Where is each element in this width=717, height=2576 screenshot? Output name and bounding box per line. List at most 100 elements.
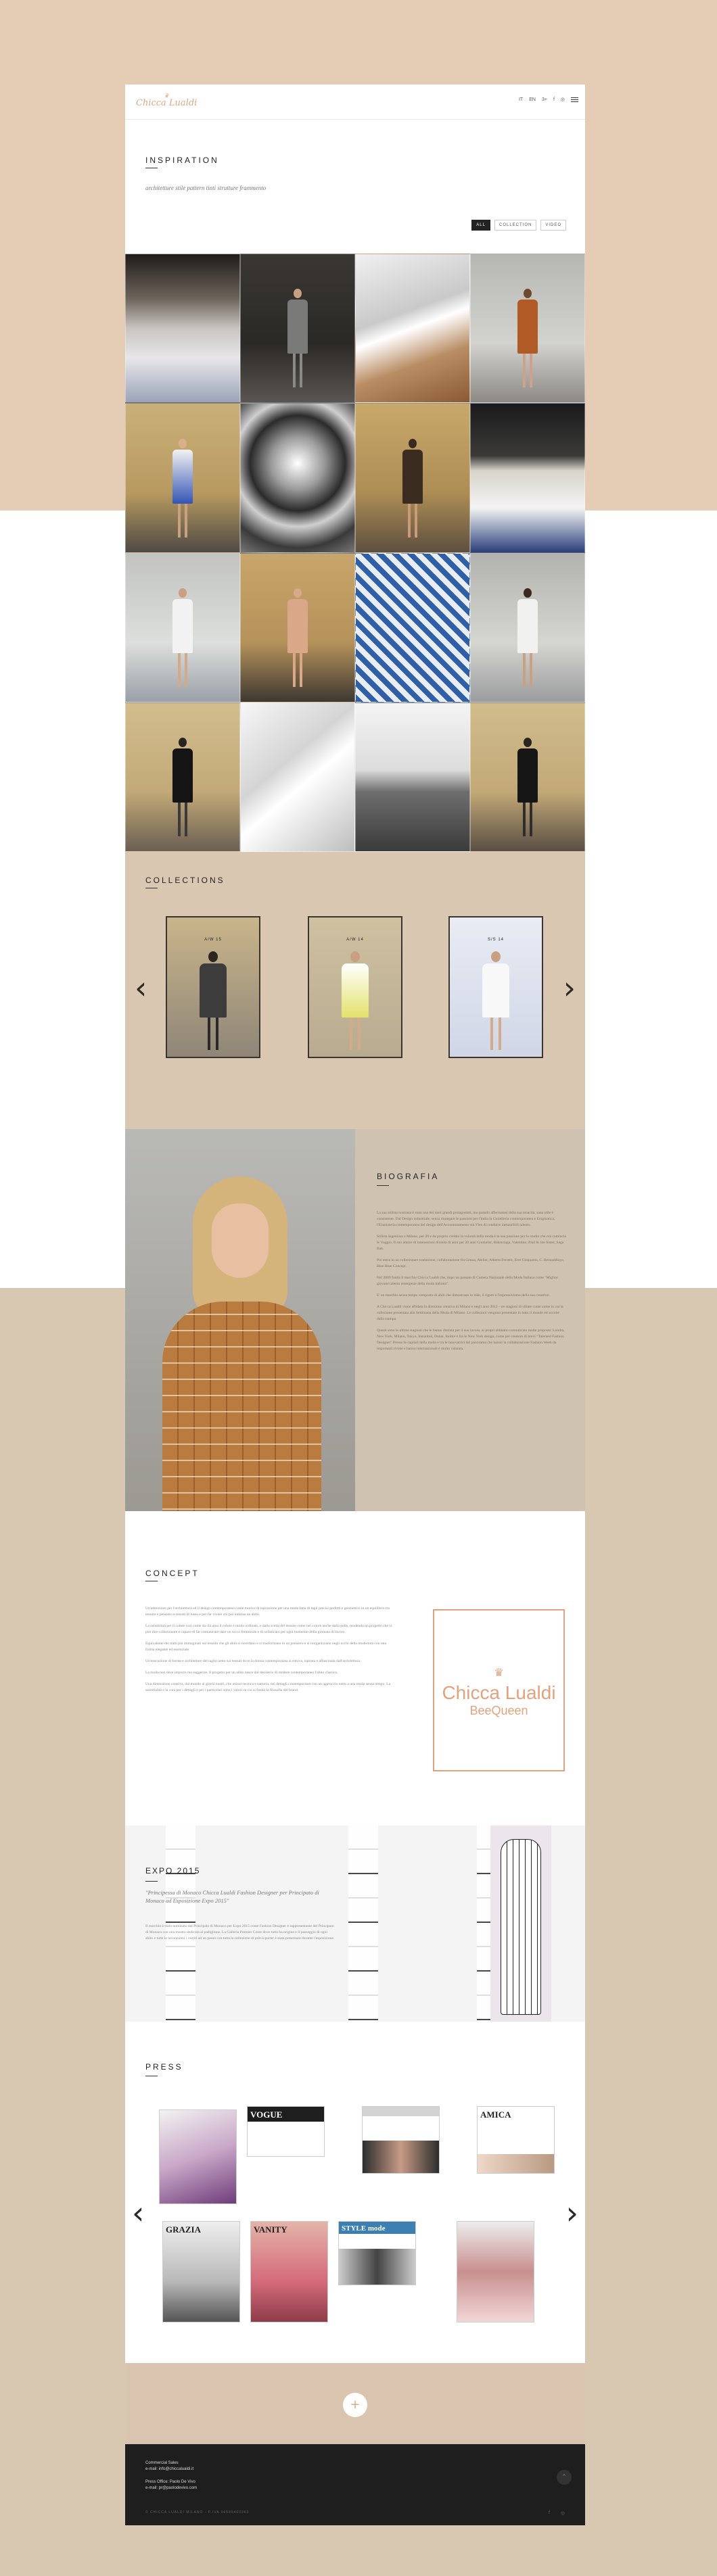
inspiration-tile-runway[interactable]: [240, 552, 355, 702]
inspiration-tile-architecture[interactable]: [355, 254, 470, 404]
back-to-top-icon[interactable]: ⌃: [557, 2470, 572, 2485]
concept-paragraph: Equivalente dei tratti più immaginati su…: [145, 1642, 386, 1652]
collection-card[interactable]: A/W 14: [308, 916, 402, 1058]
press-clipping[interactable]: [457, 2221, 534, 2322]
biografia-paragraph: A Chicca Lualdi viene affidata la direzi…: [377, 1305, 563, 1321]
nav-language-en[interactable]: EN: [529, 97, 536, 102]
inspiration-tile-runway[interactable]: [125, 403, 240, 553]
bee-icon: ♛: [494, 1667, 504, 1679]
biografia-paragraph: Poi entra in un collezionare traduzione,…: [377, 1258, 565, 1268]
biografia-title: BIOGRAFIA: [377, 1172, 440, 1181]
expo-rule: [145, 1881, 158, 1882]
press-clipping[interactable]: STYLE mode: [338, 2221, 416, 2285]
press-label: Press Office: Paolo De Vivo: [145, 2480, 195, 2484]
inspiration-tile-architecture[interactable]: [355, 702, 470, 852]
add-icon[interactable]: +: [343, 2393, 367, 2417]
designer-portrait: [125, 1129, 355, 1511]
brand-logo-box: ♛ Chicca Lualdi BeeQueen: [433, 1609, 565, 1771]
page-container: ♛ Chicca Lualdi IT EN 3+ f ◎ INSPIRATION…: [125, 85, 585, 2525]
inspiration-tile-runway[interactable]: [355, 403, 470, 553]
filter-video[interactable]: VIDEO: [540, 220, 566, 231]
concept-text: Un'attenzione per l'architettura ed il d…: [145, 1606, 392, 1699]
facebook-icon[interactable]: f: [553, 97, 555, 102]
press-clipping[interactable]: GRAZIA: [162, 2221, 240, 2322]
press-next-arrow-icon[interactable]: ›: [566, 2197, 578, 2228]
fashion-sketch: [348, 1826, 378, 2022]
hamburger-menu-icon[interactable]: [571, 97, 578, 102]
inspiration-tile-pattern[interactable]: [355, 552, 470, 702]
inspiration-tile-runway[interactable]: [125, 552, 240, 702]
concept-title: CONCEPT: [145, 1569, 200, 1578]
filter-all[interactable]: ALL: [471, 220, 490, 231]
copyright: © CHICCA LUALDI MILANO - P.IVA 065894609…: [145, 2510, 250, 2514]
collections-next-arrow-icon[interactable]: ›: [563, 972, 576, 1003]
commercial-email[interactable]: e-mail: info@chiccalualdi.it: [145, 2466, 193, 2473]
brand-name: Chicca Lualdi: [442, 1682, 556, 1703]
press-email[interactable]: e-mail: pr@paolodevivo.com: [145, 2485, 197, 2491]
inspiration-tile-runway[interactable]: [470, 254, 585, 404]
inspiration-filters: ALL COLLECTION VIDEO: [471, 220, 566, 231]
magazine-title: VANITY: [254, 2224, 287, 2235]
press-office: Press Office: Paolo De Vivo e-mail: pr@p…: [145, 2479, 197, 2491]
collections-prev-arrow-icon[interactable]: ‹: [135, 972, 147, 1003]
concept-paragraph: Un'esecuzione di forme e architetture de…: [145, 1659, 361, 1663]
inspiration-subtitle: architetture stile pattern tinti struttu…: [145, 185, 267, 191]
logo-text: Chicca Lualdi: [136, 98, 198, 108]
magazine-title: AMICA: [480, 2109, 511, 2120]
press-title: PRESS: [145, 2062, 183, 2072]
biografia-text: La sua stilista nostrana è stata una dei…: [377, 1210, 568, 1358]
press-clipping[interactable]: [362, 2106, 440, 2174]
expo-title: EXPO 2015: [145, 1866, 201, 1876]
inspiration-tile-runway[interactable]: [470, 702, 585, 852]
press-clipping[interactable]: AMICA: [477, 2106, 555, 2174]
expo-text: EXPO 2015 "Principessa di Monaco Chicca …: [145, 1866, 335, 1942]
magazine-title: GRAZIA: [166, 2224, 202, 2235]
expo-body: Il marchio è stato nominato dal Principa…: [145, 1924, 335, 1940]
magazine-title: STYLE mode: [342, 2224, 386, 2233]
magazine-title: VOGUE: [250, 2109, 283, 2120]
brand-subline: BeeQueen: [469, 1704, 528, 1717]
inspiration-title: INSPIRATION: [145, 156, 219, 165]
inspiration-tile-architecture[interactable]: [240, 403, 355, 553]
inspiration-tile-architecture[interactable]: [470, 403, 585, 553]
biografia-paragraph: E' un marchio senza tempo composto di ab…: [377, 1293, 550, 1297]
nav-language-it[interactable]: IT: [519, 97, 523, 102]
collection-label: A/W 15: [204, 938, 222, 942]
top-navigation: IT EN 3+ f ◎: [519, 97, 578, 102]
inspiration-tile-runway[interactable]: [125, 702, 240, 852]
concept-paragraph: Un'attenzione per l'architettura ed il d…: [145, 1606, 390, 1617]
brand-logo[interactable]: ♛ Chicca Lualdi: [136, 93, 198, 109]
footer-band: +: [125, 2363, 585, 2444]
filter-collection[interactable]: COLLECTION: [494, 220, 537, 231]
google-plus-icon[interactable]: 3+: [542, 97, 547, 102]
biografia-paragraph: Nel 2009 fonda il marchio Chicca Lualdi …: [377, 1276, 558, 1286]
concept-paragraph: La sensibilità per il colore così come d…: [145, 1624, 392, 1634]
inspiration-grid: [125, 254, 585, 852]
inspiration-tile-architecture[interactable]: [125, 254, 240, 404]
expo-section: EXPO 2015 "Principessa di Monaco Chicca …: [125, 1826, 585, 2022]
collection-label: A/W 14: [346, 938, 364, 942]
inspiration-tile-runway[interactable]: [240, 254, 355, 404]
collection-card[interactable]: A/W 15: [166, 916, 260, 1058]
biografia-rule: [377, 1185, 389, 1186]
concept-paragraph: Una dimensione creativa, dal mondo ai gi…: [145, 1682, 391, 1692]
instagram-icon[interactable]: ◎: [561, 97, 565, 102]
site-footer: Commercial Sales e-mail: info@chiccalual…: [125, 2444, 585, 2525]
commercial-label: Commercial Sales: [145, 2461, 179, 2465]
collection-card[interactable]: S/S 14: [448, 916, 543, 1058]
expo-lead: "Principessa di Monaco Chicca Lualdi Fas…: [145, 1889, 319, 1904]
press-clipping[interactable]: [159, 2109, 237, 2204]
press-clipping[interactable]: VOGUE: [247, 2106, 325, 2157]
biografia-paragraph: La sua stilista nostrana è stata una dei…: [377, 1211, 555, 1227]
footer-social: f ◎: [549, 2510, 565, 2516]
inspiration-tile-runway[interactable]: [470, 552, 585, 702]
collection-label: S/S 14: [487, 938, 504, 942]
collections-title: COLLECTIONS: [145, 876, 225, 885]
site-header: ♛ Chicca Lualdi IT EN 3+ f ◎: [125, 85, 585, 120]
press-prev-arrow-icon[interactable]: ‹: [132, 2197, 144, 2228]
press-clipping[interactable]: VANITY: [250, 2221, 328, 2322]
facebook-icon[interactable]: f: [549, 2510, 550, 2516]
collections-section: COLLECTIONS ‹ › A/W 15 A/W 14 S/S 14: [125, 852, 585, 1129]
inspiration-tile-architecture[interactable]: [240, 702, 355, 852]
instagram-icon[interactable]: ◎: [561, 2510, 565, 2516]
